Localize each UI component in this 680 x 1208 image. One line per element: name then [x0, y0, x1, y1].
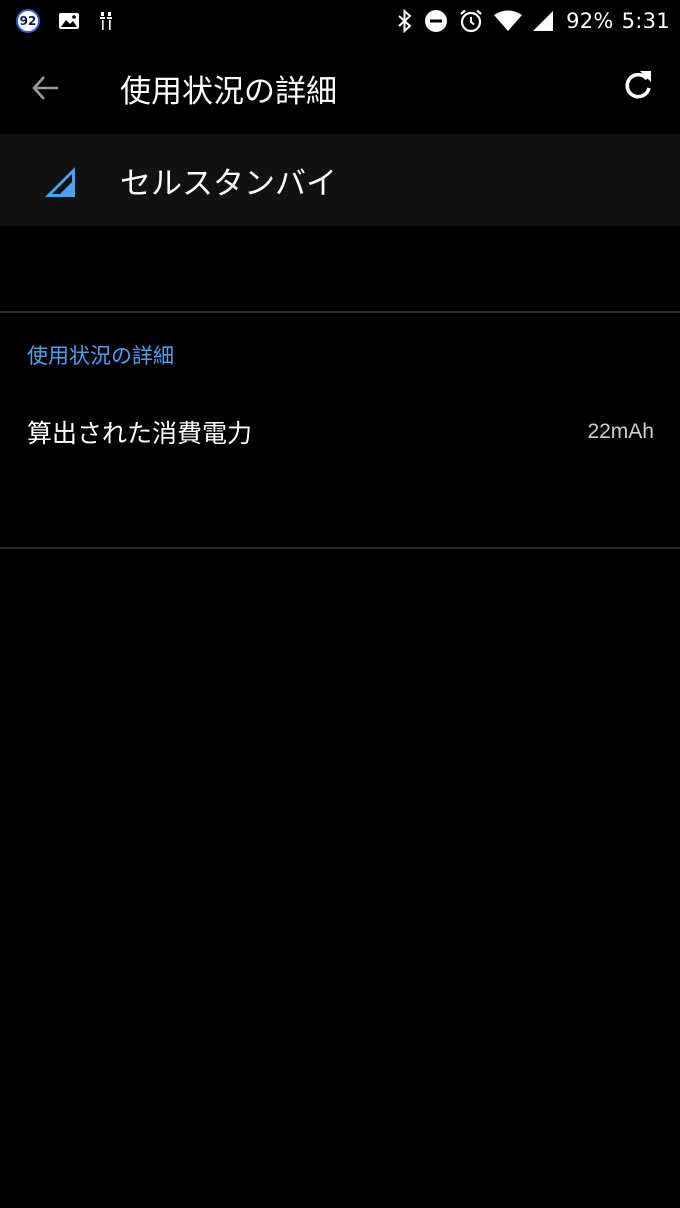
- page-title: 使用状況の詳細: [120, 74, 337, 110]
- refresh-icon[interactable]: [620, 68, 656, 104]
- header-title: セルスタンバイ: [120, 166, 337, 202]
- detail-row-power: 算出された消費電力 22mAh: [0, 398, 680, 468]
- wifi-icon: [494, 10, 523, 31]
- battery-percent: 92%: [566, 9, 614, 33]
- do-not-disturb-icon: [425, 10, 448, 32]
- clock: 5:31: [621, 9, 670, 33]
- cell-signal-icon: [45, 167, 75, 197]
- cell-signal-icon: [533, 11, 554, 31]
- usb-icon: [100, 12, 112, 30]
- app-bar: 使用状況の詳細: [0, 42, 680, 134]
- bluetooth-icon: [398, 9, 412, 33]
- divider: [0, 547, 680, 549]
- section-header: 使用状況の詳細: [27, 344, 174, 368]
- status-bar: 92 92% 5:31: [0, 0, 680, 42]
- divider: [0, 311, 680, 313]
- detail-row-label: 算出された消費電力: [27, 419, 253, 448]
- alarm-icon: [460, 9, 482, 33]
- status-bar-system: 92% 5:31: [386, 6, 670, 36]
- detail-row-value: 22mAh: [587, 420, 654, 443]
- gallery-icon: [59, 13, 79, 29]
- status-bar-notifications: 92: [16, 6, 114, 36]
- notification-badge: 92: [16, 9, 40, 33]
- app-header-card: セルスタンバイ: [0, 134, 680, 226]
- arrow-back-icon[interactable]: [30, 72, 62, 104]
